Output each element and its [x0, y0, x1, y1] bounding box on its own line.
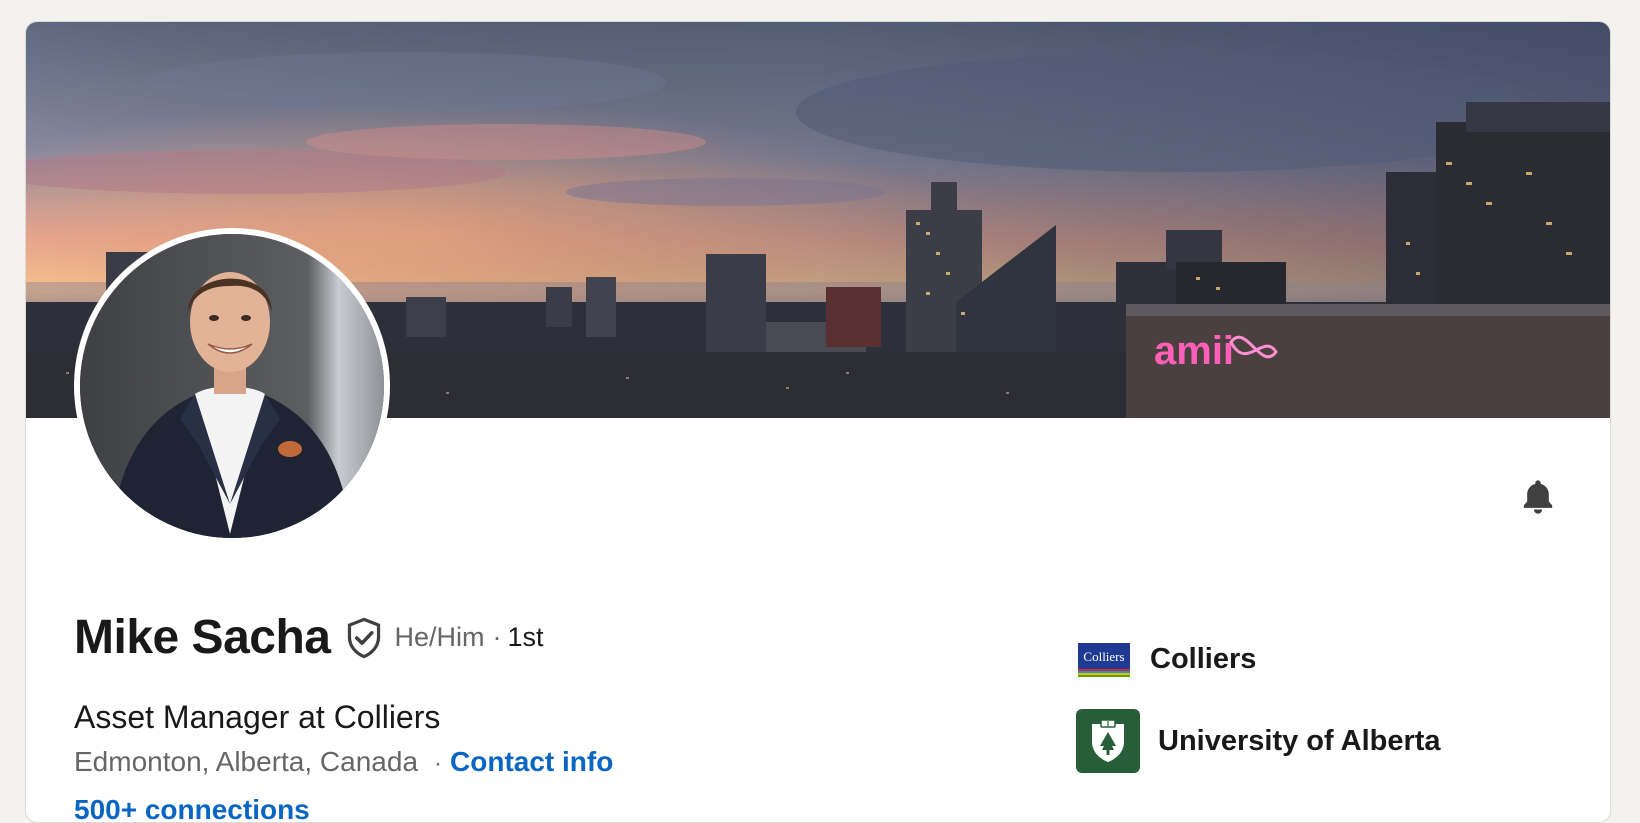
connections-link[interactable]: 500+ connections [74, 794, 310, 822]
org-colliers[interactable]: Colliers Colliers [1076, 639, 1256, 679]
profile-photo-frame[interactable] [74, 228, 390, 544]
university-crest-icon [1076, 709, 1140, 773]
location-row: Edmonton, Alberta, Canada · Contact info [74, 746, 613, 778]
connection-degree: 1st [507, 622, 544, 652]
notifications-bell-button[interactable] [1516, 475, 1560, 519]
org-university-of-alberta[interactable]: University of Alberta [1076, 709, 1441, 773]
profile-photo[interactable] [80, 234, 384, 538]
profile-location: Edmonton, Alberta, Canada [74, 746, 419, 777]
degree-separator: · [492, 622, 502, 652]
location-separator: · [434, 750, 443, 777]
profile-name-row: Mike Sacha He/Him · 1st [74, 610, 544, 665]
org-colliers-label: Colliers [1150, 642, 1257, 675]
contact-info-link[interactable]: Contact info [450, 746, 613, 778]
org-university-of-alberta-label: University of Alberta [1158, 724, 1441, 757]
profile-name: Mike Sacha [74, 611, 331, 664]
profile-card: amii Mike Sacha He/Him · 1st Asset Manag… [25, 21, 1611, 823]
colliers-logo-icon: Colliers [1076, 639, 1132, 679]
verified-shield-icon[interactable] [344, 617, 384, 659]
profile-headline: Asset Manager at Colliers [74, 699, 441, 735]
colliers-logo-text: Colliers [1083, 649, 1124, 664]
profile-pronouns: He/Him [394, 622, 485, 652]
banner-sign-text: amii [1154, 329, 1234, 373]
bell-icon [1523, 480, 1553, 514]
